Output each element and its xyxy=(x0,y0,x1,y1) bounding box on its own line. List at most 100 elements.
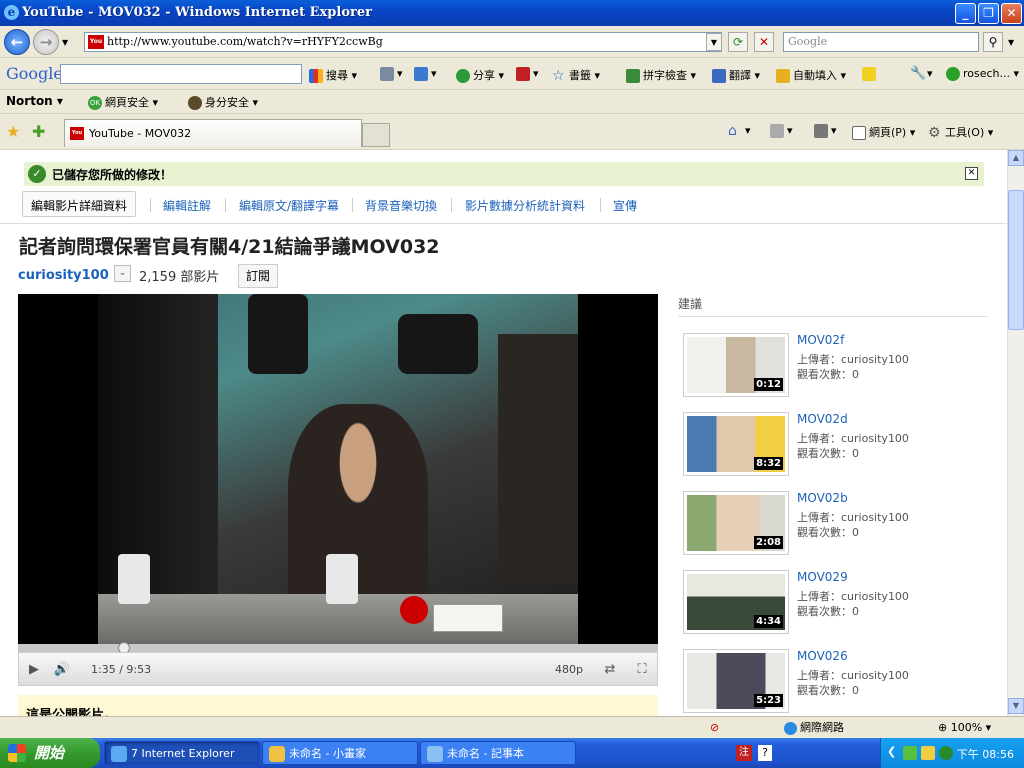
spellcheck-button[interactable]: 拼字檢查 ▾ xyxy=(626,67,696,83)
task-paint[interactable]: 未命名 - 小畫家 xyxy=(262,741,418,765)
popout-icon[interactable]: ⇄ xyxy=(599,659,621,681)
norton-logo[interactable]: Norton ▾ xyxy=(6,94,63,108)
video-thumbnail[interactable]: 5:23 xyxy=(683,649,789,713)
search-box[interactable]: Google xyxy=(783,32,979,52)
video-thumbnail[interactable]: 8:32 xyxy=(683,412,789,476)
page-tools-button[interactable]: ▾ xyxy=(380,67,403,81)
refresh-button[interactable]: ⟳ xyxy=(728,32,748,52)
promote-tab[interactable]: 宣傳 xyxy=(613,197,637,214)
zone-label: 網際網路 xyxy=(800,721,844,734)
suggested-video-item[interactable]: 4:34 MOV029 上傳者：curiosity100 觀看次數：0 xyxy=(683,570,988,636)
add-favorites-icon[interactable]: ✚ xyxy=(32,122,45,141)
page-icon xyxy=(380,67,394,81)
highlight-button[interactable] xyxy=(862,67,879,81)
settings-button[interactable]: 🔧▾ xyxy=(910,67,933,81)
restore-button[interactable]: ❐ xyxy=(978,3,999,24)
antivirus-tray-icon[interactable] xyxy=(939,746,953,760)
account-button[interactable]: rosech... ▾ xyxy=(946,67,1019,81)
page-scrollbar[interactable]: ▲ ▼ xyxy=(1007,150,1024,716)
suggested-video-title[interactable]: MOV02d xyxy=(797,412,848,426)
analytics-tab[interactable]: 影片數據分析統計資料 xyxy=(465,197,585,214)
fullscreen-icon[interactable]: ⛶ xyxy=(631,659,653,681)
add-button[interactable]: ▾ xyxy=(414,67,437,81)
page-menu[interactable]: 網頁(P) ▾ xyxy=(852,124,915,140)
feeds-button[interactable]: ▾ xyxy=(770,124,793,138)
video-thumbnail[interactable]: 2:08 xyxy=(683,491,789,555)
share-icon xyxy=(456,69,470,83)
tab-youtube[interactable]: You YouTube - MOV032 xyxy=(64,119,362,147)
identity-safe-button[interactable]: 身分安全 ▾ xyxy=(188,94,258,110)
duration-badge: 5:23 xyxy=(754,694,783,707)
subscribe-button[interactable]: 訂閱 xyxy=(238,264,278,288)
play-icon[interactable]: ▶ xyxy=(23,659,45,681)
stop-button[interactable]: ✕ xyxy=(754,32,774,52)
share-button[interactable]: 分享 ▾ xyxy=(456,67,504,83)
suggested-video-views: 觀看次數：0 xyxy=(797,605,859,618)
autofill-button[interactable]: 自動填入 ▾ xyxy=(776,67,846,83)
edit-captions-tab[interactable]: 編輯原文/翻譯字幕 xyxy=(239,197,339,214)
task-notepad[interactable]: 未命名 - 記事本 xyxy=(420,741,576,765)
close-window-button[interactable]: ✕ xyxy=(1001,3,1022,24)
forward-button[interactable]: → xyxy=(33,29,59,55)
suggested-video-title[interactable]: MOV02b xyxy=(797,491,848,505)
address-dropdown-button[interactable]: ▼ xyxy=(706,33,722,51)
bookmarks-button[interactable]: ☆ 書籤 ▾ xyxy=(552,67,600,83)
tray-expand-icon[interactable]: ❮ xyxy=(887,745,896,758)
scroll-thumb[interactable] xyxy=(1008,190,1024,330)
close-notification-icon[interactable]: ✕ xyxy=(965,167,978,180)
google-search-input[interactable] xyxy=(60,64,302,84)
uploader-link[interactable]: curiosity100 xyxy=(18,268,109,283)
help-icon[interactable]: ? xyxy=(758,745,772,761)
popup-status-icon[interactable]: ⊘ xyxy=(710,720,719,736)
google-search-button[interactable]: 搜尋 ▾ xyxy=(309,67,357,83)
web-safety-label: 網頁安全 xyxy=(105,96,149,109)
home-button[interactable]: ⌂ ▾ xyxy=(728,124,751,138)
edit-annotations-tab[interactable]: 編輯註解 xyxy=(163,197,211,214)
suggested-video-item[interactable]: 0:12 MOV02f 上傳者：curiosity100 觀看次數：0 xyxy=(683,333,988,399)
suggested-video-item[interactable]: 2:08 MOV02b 上傳者：curiosity100 觀看次數：0 xyxy=(683,491,988,557)
youtube-favicon-icon: You xyxy=(70,127,84,140)
suggested-video-uploader: 上傳者：curiosity100 xyxy=(797,432,909,445)
expand-channel-icon[interactable]: ⌄ xyxy=(114,265,131,282)
recent-pages-dropdown[interactable]: ▼ xyxy=(62,38,68,47)
video-title: 記者詢問環保署官員有關4/21結論爭議MOV032 xyxy=(19,236,440,258)
translate-button[interactable]: 翻譯 ▾ xyxy=(712,67,760,83)
start-button[interactable]: 開始 xyxy=(0,738,100,768)
security-tray-icon[interactable] xyxy=(921,746,935,760)
scroll-down-icon[interactable]: ▼ xyxy=(1008,698,1024,714)
globe-icon xyxy=(784,721,797,735)
back-button[interactable]: ← xyxy=(4,29,30,55)
camera-silhouette xyxy=(398,314,478,374)
seek-progress xyxy=(18,644,125,652)
web-safety-button[interactable]: OK 網頁安全 ▾ xyxy=(88,94,158,110)
seek-bar[interactable] xyxy=(18,642,658,654)
zoom-control[interactable]: ⊕ 100% ▾ xyxy=(938,720,991,736)
minimize-button[interactable]: _ xyxy=(955,3,976,24)
ok-shield-icon: OK xyxy=(88,96,102,110)
suggested-video-item[interactable]: 5:23 MOV026 上傳者：curiosity100 觀看次數：0 xyxy=(683,649,988,715)
suggested-video-title[interactable]: MOV029 xyxy=(797,570,848,584)
quality-button[interactable]: 480p xyxy=(555,663,583,676)
input-method-icon[interactable]: 注 xyxy=(736,745,752,761)
address-bar[interactable]: You http://www.youtube.com/watch?v=rHYFY… xyxy=(84,32,722,52)
suggested-video-title[interactable]: MOV02f xyxy=(797,333,844,347)
video-thumbnail[interactable]: 4:34 xyxy=(683,570,789,634)
network-icon[interactable] xyxy=(903,746,917,760)
suggested-video-item[interactable]: 8:32 MOV02d 上傳者：curiosity100 觀看次數：0 xyxy=(683,412,988,478)
search-icon[interactable]: ⚲ xyxy=(983,32,1003,52)
search-options-dropdown[interactable]: ▼ xyxy=(1008,38,1014,47)
audio-swap-tab[interactable]: 背景音樂切換 xyxy=(365,197,437,214)
suggested-video-title[interactable]: MOV026 xyxy=(797,649,848,663)
edit-details-tab[interactable]: 編輯影片詳細資料 xyxy=(22,191,137,217)
video-player[interactable] xyxy=(18,294,658,644)
volume-icon[interactable]: 🔊 xyxy=(51,659,73,681)
task-internet-explorer[interactable]: 7 Internet Explorer xyxy=(104,741,260,765)
scroll-up-icon[interactable]: ▲ xyxy=(1008,150,1024,166)
tools-menu[interactable]: ⚙ 工具(O) ▾ xyxy=(928,124,993,140)
video-thumbnail[interactable]: 0:12 xyxy=(683,333,789,397)
new-tab-button[interactable] xyxy=(362,123,390,147)
popup-blocker-button[interactable]: ▾ xyxy=(516,67,539,81)
spellcheck-label: 拼字檢查 xyxy=(643,69,687,82)
favorites-star-icon[interactable]: ★ xyxy=(6,122,20,141)
print-button[interactable]: ▾ xyxy=(814,124,837,138)
